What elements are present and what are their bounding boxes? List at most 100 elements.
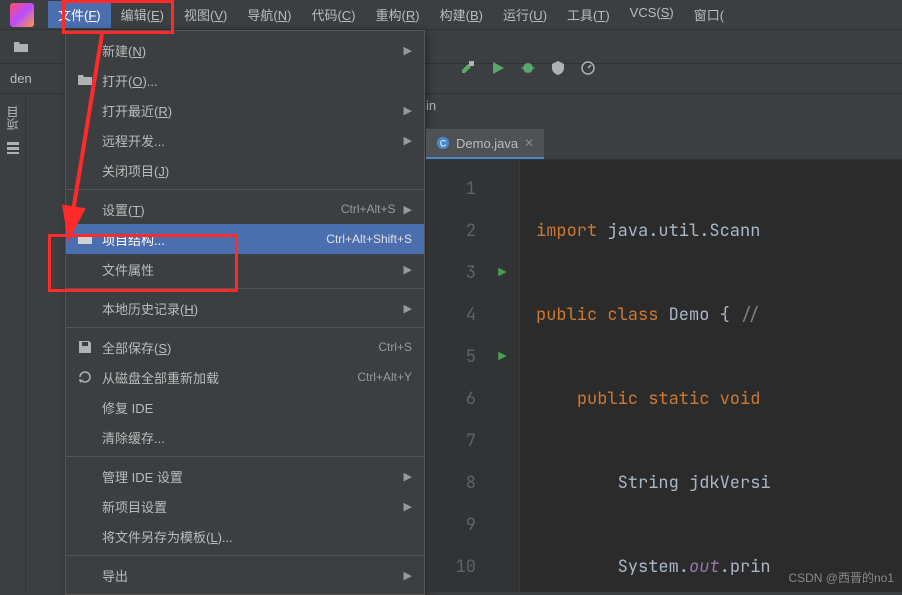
menu-item-label: 新建(N) (102, 41, 396, 60)
menu-item[interactable]: 将文件另存为模板(L)... (66, 521, 424, 551)
menu-item[interactable]: 文件属性 ▶ (66, 254, 424, 284)
editor-tabbar: C Demo.java ✕ (426, 128, 902, 160)
menu-separator (66, 555, 424, 556)
open-icon (76, 71, 94, 89)
java-file-icon: C (436, 136, 450, 150)
menu-item-label: 打开(O)... (102, 71, 412, 90)
menu-item[interactable]: 远程开发...▶ (66, 125, 424, 155)
blank-icon (76, 527, 94, 545)
line-number: 8 (426, 462, 476, 504)
breadcrumb-fragment: in (426, 98, 436, 113)
folder-icon (76, 230, 94, 248)
blank-icon (76, 428, 94, 446)
run-line-marker-icon[interactable]: ▶ (486, 336, 519, 378)
editor[interactable]: 12345678910 ▶ ▶ import java.util.Scann p… (426, 160, 902, 592)
menu-item-label: 清除缓存... (102, 428, 412, 447)
menubar-item[interactable]: VCS(S) (620, 1, 684, 28)
svg-text:C: C (440, 139, 446, 149)
blank-icon (76, 131, 94, 149)
line-number: 2 (426, 210, 476, 252)
tab-close-icon[interactable]: ✕ (524, 136, 534, 150)
menubar-item[interactable]: 视图(V) (174, 1, 237, 28)
watermark: CSDN @西晋的no1 (788, 569, 894, 586)
submenu-arrow-icon: ▶ (404, 470, 412, 483)
breadcrumb-root[interactable]: den (10, 71, 32, 86)
menu-separator (66, 327, 424, 328)
line-number: 9 (426, 504, 476, 546)
menu-item-label: 本地历史记录(H) (102, 299, 396, 318)
blank-icon (76, 398, 94, 416)
run-icon[interactable] (490, 60, 506, 79)
menu-item[interactable]: 管理 IDE 设置 ▶ (66, 461, 424, 491)
line-number: 10 (426, 546, 476, 588)
menu-item-label: 文件属性 (102, 260, 396, 279)
profiler-icon[interactable] (580, 60, 596, 79)
menu-item-label: 导出 (102, 566, 396, 585)
line-number: 5 (426, 336, 476, 378)
menu-item[interactable]: 从磁盘全部重新加载Ctrl+Alt+Y (66, 362, 424, 392)
menu-item[interactable]: 本地历史记录(H)▶ (66, 293, 424, 323)
submenu-arrow-icon: ▶ (404, 263, 412, 276)
menu-item[interactable]: 打开最近(R)▶ (66, 95, 424, 125)
submenu-arrow-icon: ▶ (404, 44, 412, 57)
menu-item[interactable]: 全部保存(S)Ctrl+S (66, 332, 424, 362)
blank-icon (76, 260, 94, 278)
menu-separator (66, 189, 424, 190)
code-area[interactable]: import java.util.Scann public class Demo… (520, 160, 902, 592)
menubar-item[interactable]: 运行(U) (493, 1, 557, 28)
menu-item[interactable]: 修复 IDE (66, 392, 424, 422)
app-logo (10, 3, 34, 27)
menu-item-label: 管理 IDE 设置 (102, 467, 396, 486)
submenu-arrow-icon: ▶ (404, 500, 412, 513)
coverage-icon[interactable] (550, 60, 566, 79)
submenu-arrow-icon: ▶ (404, 203, 412, 216)
menu-item-shortcut: Ctrl+Alt+S (341, 202, 396, 216)
menu-item[interactable]: 新项目设置 ▶ (66, 491, 424, 521)
menu-item[interactable]: 设置(T)Ctrl+Alt+S ▶ (66, 194, 424, 224)
open-folder-icon[interactable] (10, 36, 32, 58)
menu-item-label: 全部保存(S) (102, 338, 378, 357)
blank-icon (76, 161, 94, 179)
blank-icon (76, 497, 94, 515)
blank-icon (76, 566, 94, 584)
debug-icon[interactable] (520, 60, 536, 79)
menubar-item[interactable]: 构建(B) (430, 1, 493, 28)
run-toolbar (460, 60, 596, 79)
menu-item[interactable]: 项目结构...Ctrl+Alt+Shift+S (66, 224, 424, 254)
editor-tab-demo[interactable]: C Demo.java ✕ (426, 129, 544, 159)
menu-item[interactable]: 清除缓存... (66, 422, 424, 452)
menubar-item[interactable]: 编辑(E) (111, 1, 174, 28)
menu-item-label: 关闭项目(J) (102, 161, 412, 180)
line-number: 1 (426, 168, 476, 210)
menubar-item[interactable]: 代码(C) (301, 1, 365, 28)
menubar-item[interactable]: 重构(R) (366, 1, 430, 28)
menu-item[interactable]: 导出 ▶ (66, 560, 424, 590)
submenu-arrow-icon: ▶ (404, 569, 412, 582)
menu-item-shortcut: Ctrl+Alt+Shift+S (326, 232, 412, 246)
menu-item[interactable]: 关闭项目(J) (66, 155, 424, 185)
save-icon (76, 338, 94, 356)
menu-item[interactable]: 新建(N) ▶ (66, 35, 424, 65)
structure-toolwindow-icon[interactable] (5, 140, 21, 159)
menu-item-label: 从磁盘全部重新加载 (102, 368, 357, 387)
line-number: 6 (426, 378, 476, 420)
run-line-marker-icon[interactable]: ▶ (486, 252, 519, 294)
menu-separator (66, 456, 424, 457)
gutter-marks: ▶ ▶ (486, 160, 520, 592)
reload-icon (76, 368, 94, 386)
menubar-item[interactable]: 文件(F) (48, 1, 111, 28)
hammer-icon[interactable] (460, 60, 476, 79)
menubar-item[interactable]: 窗口( (684, 1, 734, 28)
menu-item-label: 新项目设置 (102, 497, 396, 516)
line-number: 4 (426, 294, 476, 336)
menu-item-label: 设置(T) (102, 200, 341, 219)
menu-item-label: 远程开发... (102, 131, 396, 150)
menu-item-label: 修复 IDE (102, 398, 412, 417)
blank-icon (76, 467, 94, 485)
left-tool-rail: 项目 (0, 96, 26, 592)
project-toolwindow-tab[interactable]: 项目 (4, 106, 21, 130)
menu-item-label: 将文件另存为模板(L)... (102, 527, 412, 546)
menu-item[interactable]: 打开(O)... (66, 65, 424, 95)
menubar-item[interactable]: 工具(T) (557, 1, 620, 28)
menubar-item[interactable]: 导航(N) (237, 1, 301, 28)
